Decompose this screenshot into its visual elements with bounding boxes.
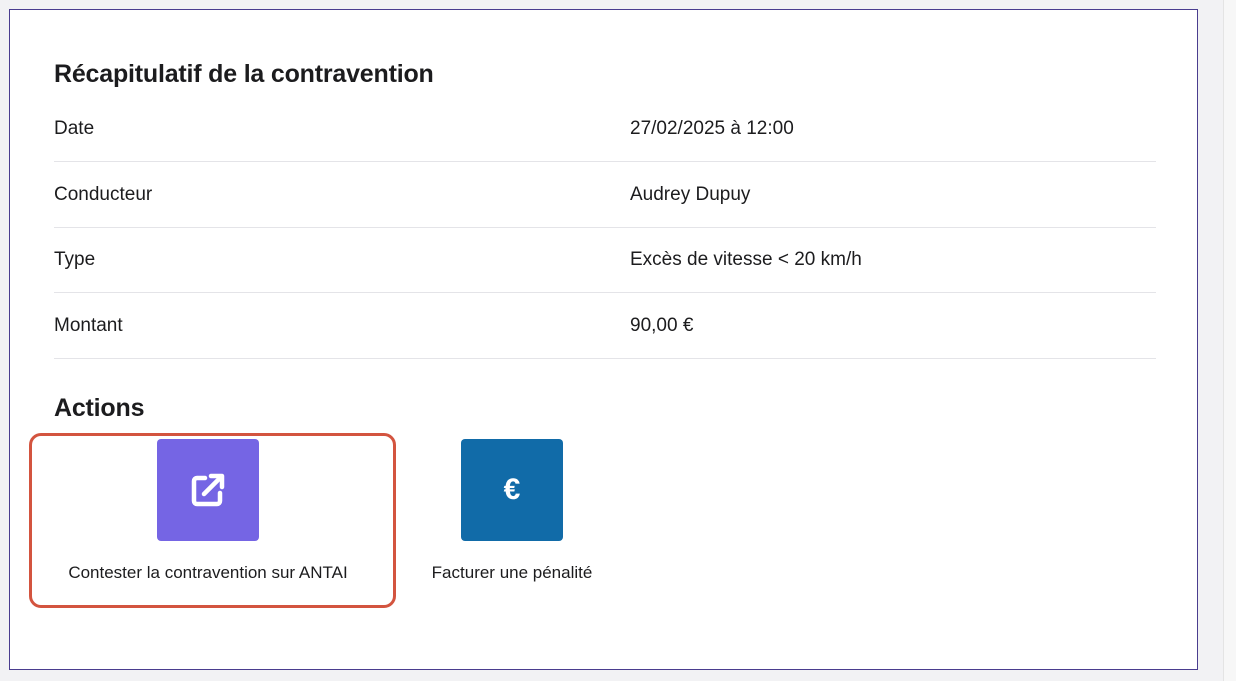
row-label: Date <box>54 117 95 139</box>
summary-row-driver: Conducteur Audrey Dupuy <box>54 162 1156 228</box>
summary-row-date: Date 27/02/2025 à 12:00 <box>54 96 1156 162</box>
row-value: Excès de vitesse < 20 km/h <box>630 248 862 270</box>
summary-title: Récapitulatif de la contravention <box>54 60 434 88</box>
row-value: 90,00 € <box>630 314 694 336</box>
contest-fine-button[interactable]: Contester la contravention sur ANTAI <box>42 439 374 583</box>
contest-tile[interactable] <box>157 439 259 541</box>
row-value: Audrey Dupuy <box>630 183 751 205</box>
penalty-label: Facturer une pénalité <box>431 563 593 582</box>
bill-penalty-button[interactable]: € Facturer une pénalité <box>412 439 612 583</box>
contest-label: Contester la contravention sur ANTAI <box>68 563 348 582</box>
row-label: Type <box>54 248 96 270</box>
actions-title: Actions <box>54 394 145 422</box>
summary-row-type: Type Excès de vitesse < 20 km/h <box>54 227 1156 293</box>
external-link-icon <box>191 473 225 507</box>
penalty-tile[interactable]: € <box>461 439 563 541</box>
row-label: Conducteur <box>54 183 153 205</box>
euro-icon: € <box>503 473 521 506</box>
summary-row-amount: Montant 90,00 € <box>54 293 1156 359</box>
row-value: 27/02/2025 à 12:00 <box>630 117 794 139</box>
scrollbar[interactable] <box>1223 0 1236 681</box>
row-label: Montant <box>54 314 123 336</box>
